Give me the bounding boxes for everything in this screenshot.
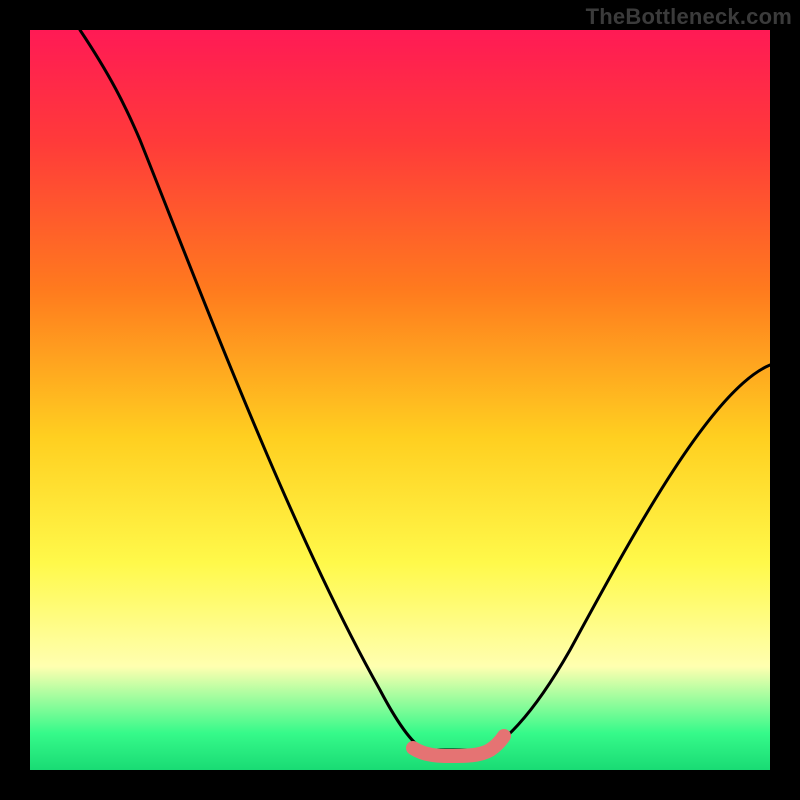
flat-bottom-segment xyxy=(413,736,504,756)
chart-frame: TheBottleneck.com xyxy=(0,0,800,800)
plot-area xyxy=(30,30,770,770)
watermark-text: TheBottleneck.com xyxy=(586,4,792,30)
curve-svg xyxy=(30,30,770,770)
bottleneck-curve-line xyxy=(80,30,770,750)
